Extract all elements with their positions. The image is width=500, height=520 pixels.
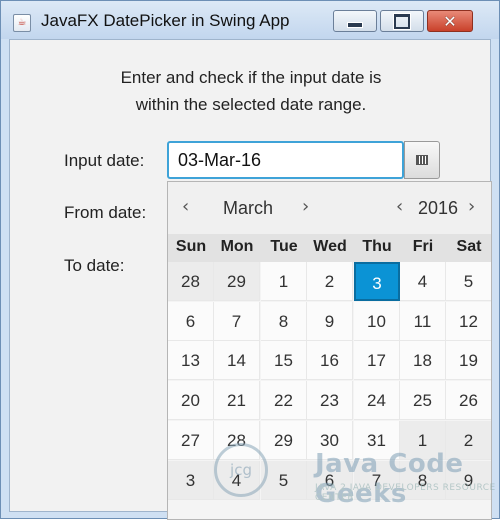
day-cell[interactable]: 5 xyxy=(261,460,307,500)
day-cell[interactable]: 6 xyxy=(168,301,214,341)
day-cell[interactable]: 7 xyxy=(214,301,260,341)
day-cell[interactable]: 21 xyxy=(214,381,260,421)
minimize-button[interactable] xyxy=(333,10,377,32)
day-cell[interactable]: 16 xyxy=(307,341,353,381)
day-cell[interactable]: 7 xyxy=(354,460,400,500)
day-cell[interactable]: 29 xyxy=(214,262,260,301)
day-cell[interactable]: 13 xyxy=(168,341,214,381)
weekday-label: Sat xyxy=(456,238,482,255)
app-window: ☕ JavaFX DatePicker in Swing App ✕ Enter… xyxy=(0,0,500,520)
weekday-label: Fri xyxy=(412,238,434,255)
day-cell[interactable]: 10 xyxy=(354,301,400,341)
weekday-label: Tue xyxy=(270,238,298,255)
month-label: March xyxy=(223,198,274,218)
day-cell[interactable]: 3 xyxy=(168,460,214,500)
day-cell[interactable]: 9 xyxy=(446,460,491,500)
calendar-header: ‹ March › ‹ 2016 › xyxy=(168,182,491,234)
date-picker-popup: ‹ March › ‹ 2016 › Sun Mon Tue Wed Thu Fri Sat… xyxy=(167,181,492,520)
previous-year-button[interactable]: ‹ xyxy=(396,196,403,217)
selected-day-cell[interactable]: 3 xyxy=(354,262,400,301)
day-cell[interactable]: 14 xyxy=(214,341,260,381)
day-cell[interactable]: 30 xyxy=(307,420,353,460)
next-year-button[interactable]: › xyxy=(468,196,475,217)
day-cell[interactable]: 4 xyxy=(400,262,446,301)
day-cell[interactable]: 2 xyxy=(307,262,353,301)
close-button[interactable]: ✕ xyxy=(427,10,473,32)
calendar-button[interactable] xyxy=(404,141,440,179)
java-icon[interactable]: ☕ xyxy=(13,14,31,32)
weekday-label: Sun xyxy=(175,238,207,255)
day-cell[interactable]: 1 xyxy=(261,262,307,301)
weekday-label: Wed xyxy=(313,238,347,255)
day-cell[interactable]: 4 xyxy=(214,460,260,500)
maximize-button[interactable] xyxy=(380,10,424,32)
day-cell[interactable]: 8 xyxy=(400,460,446,500)
day-cell[interactable]: 11 xyxy=(400,301,446,341)
day-cell[interactable]: 23 xyxy=(307,381,353,421)
day-cell[interactable]: 12 xyxy=(446,301,491,341)
day-cell[interactable]: 31 xyxy=(354,420,400,460)
year-label: 2016 xyxy=(418,198,459,218)
day-cell[interactable]: 2 xyxy=(446,420,491,460)
day-cell[interactable]: 27 xyxy=(168,420,214,460)
previous-month-button[interactable]: ‹ xyxy=(182,196,189,217)
day-cell[interactable]: 18 xyxy=(400,341,446,381)
maximize-icon xyxy=(394,13,410,29)
instruction-line-1: Enter and check if the input date is xyxy=(120,68,382,87)
day-cell[interactable]: 28 xyxy=(168,262,214,301)
day-cell[interactable]: 15 xyxy=(261,341,307,381)
calendar-icon xyxy=(416,155,428,165)
window-title: JavaFX DatePicker in Swing App xyxy=(41,11,290,30)
day-cell[interactable]: 9 xyxy=(307,301,353,341)
day-cell[interactable]: 26 xyxy=(446,381,491,421)
day-cell[interactable]: 6 xyxy=(307,460,353,500)
next-month-button[interactable]: › xyxy=(302,196,309,217)
day-cell[interactable]: 19 xyxy=(446,341,491,381)
input-date-field[interactable] xyxy=(167,141,404,179)
close-icon: ✕ xyxy=(443,11,457,31)
day-cell[interactable]: 24 xyxy=(354,381,400,421)
minimize-icon xyxy=(347,22,363,28)
day-cell[interactable]: 20 xyxy=(168,381,214,421)
weekday-label: Thu xyxy=(362,238,392,255)
input-date-label: Input date: xyxy=(64,151,145,170)
day-cell[interactable]: 29 xyxy=(261,420,307,460)
instruction-line-2: within the selected date range. xyxy=(135,95,367,114)
day-cell[interactable]: 22 xyxy=(261,381,307,421)
from-date-label: From date: xyxy=(64,203,147,222)
to-date-label: To date: xyxy=(64,256,125,275)
day-cell[interactable]: 25 xyxy=(400,381,446,421)
day-cell[interactable]: 28 xyxy=(214,420,260,460)
day-cell[interactable]: 5 xyxy=(446,262,491,301)
day-cell[interactable]: 8 xyxy=(261,301,307,341)
weekday-header-row: Sun Mon Tue Wed Thu Fri Sat xyxy=(168,234,491,262)
weekday-label: Mon xyxy=(220,238,254,255)
day-cell[interactable]: 1 xyxy=(400,420,446,460)
title-bar[interactable]: ☕ JavaFX DatePicker in Swing App ✕ xyxy=(1,1,499,39)
day-cell[interactable]: 17 xyxy=(354,341,400,381)
